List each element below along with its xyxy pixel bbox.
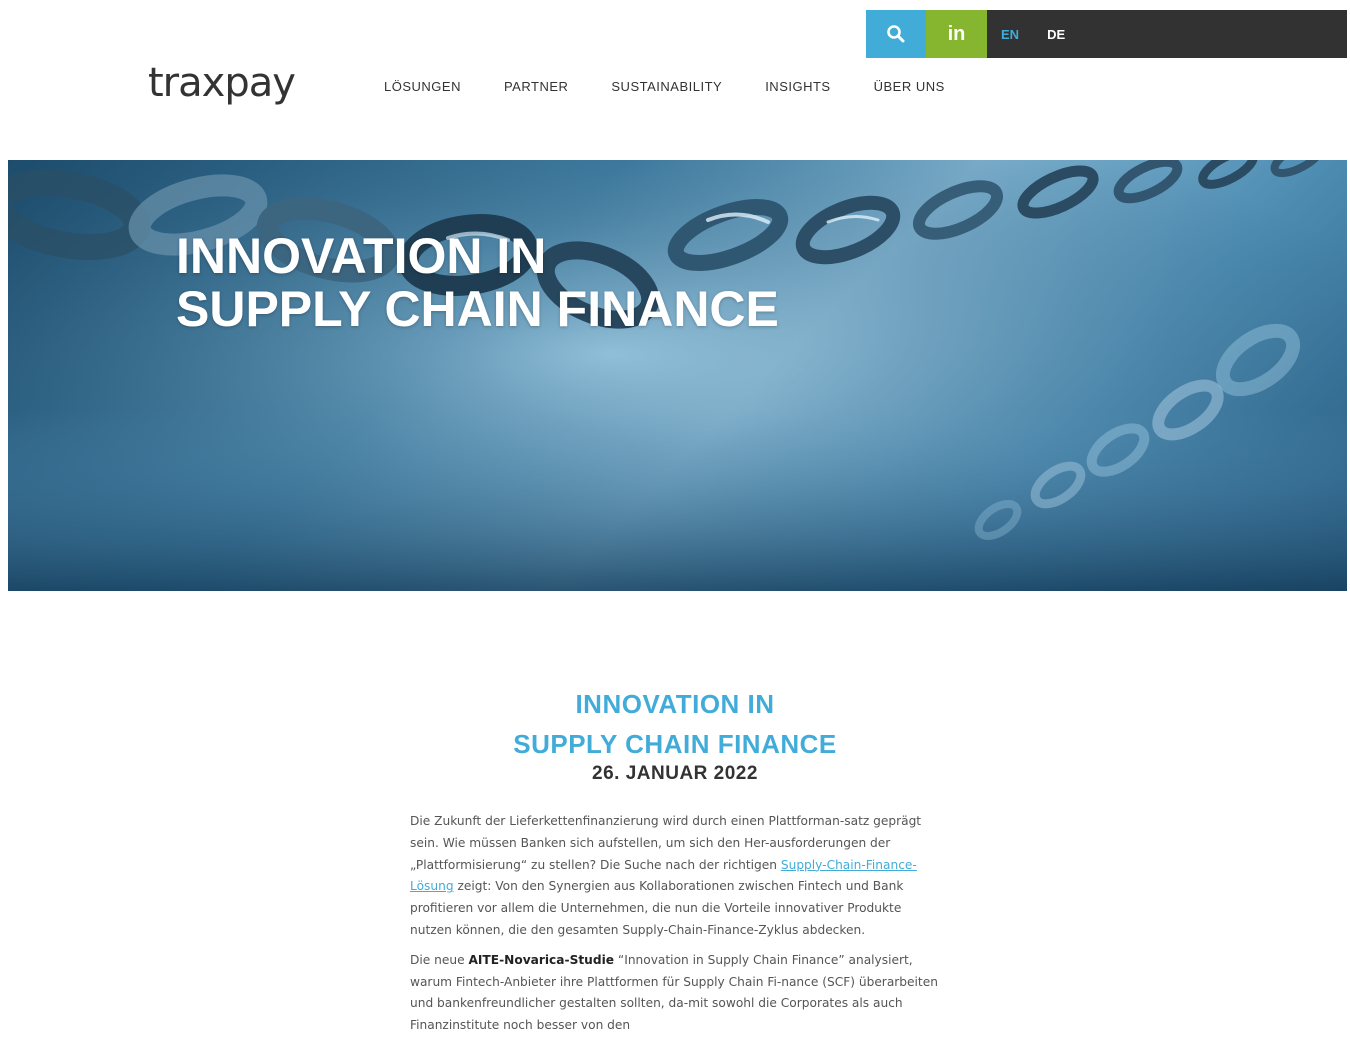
hero-title-line-1: INNOVATION IN (176, 228, 547, 284)
language-de[interactable]: DE (1047, 27, 1065, 42)
article-title-line-1: INNOVATION IN (575, 689, 775, 719)
search-icon (887, 25, 905, 43)
hero-title: INNOVATION IN SUPPLY CHAIN FINANCE (176, 230, 779, 336)
nav-item-loesungen[interactable]: LÖSUNGEN (384, 79, 461, 94)
nav-item-ueber-uns[interactable]: ÜBER UNS (874, 79, 945, 94)
nav-item-partner[interactable]: PARTNER (504, 79, 568, 94)
article-body: Die Zukunft der Lieferkettenfinanzierung… (410, 811, 944, 1045)
search-button[interactable] (866, 10, 926, 58)
study-name: AITE-Novarica-Studie (468, 952, 615, 967)
language-en[interactable]: EN (1001, 27, 1019, 42)
linkedin-icon: in (947, 22, 966, 45)
article-date: 26. JANUAR 2022 (592, 763, 758, 784)
hero-title-line-2: SUPPLY CHAIN FINANCE (176, 281, 779, 337)
hero-banner: INNOVATION IN SUPPLY CHAIN FINANCE (8, 160, 1347, 591)
linkedin-button[interactable]: in (926, 10, 987, 58)
chain-image (8, 160, 1347, 591)
nav-item-sustainability[interactable]: SUSTAINABILITY (611, 79, 722, 94)
article-title-line-2: SUPPLY CHAIN FINANCE (513, 729, 837, 759)
main-nav: LÖSUNGEN PARTNER SUSTAINABILITY INSIGHTS… (384, 79, 988, 94)
article-paragraph: Die neue AITE-Novarica-Studie “Innovatio… (410, 952, 938, 1033)
utility-bar: in EN DE (866, 10, 1347, 58)
article-title: INNOVATION IN SUPPLY CHAIN FINANCE (0, 684, 1350, 764)
nav-item-insights[interactable]: INSIGHTS (765, 79, 830, 94)
article-paragraph: Die Zukunft der Lieferkettenfinanzierung… (410, 814, 922, 937)
traxpay-logo[interactable]: traxpay (148, 60, 296, 106)
